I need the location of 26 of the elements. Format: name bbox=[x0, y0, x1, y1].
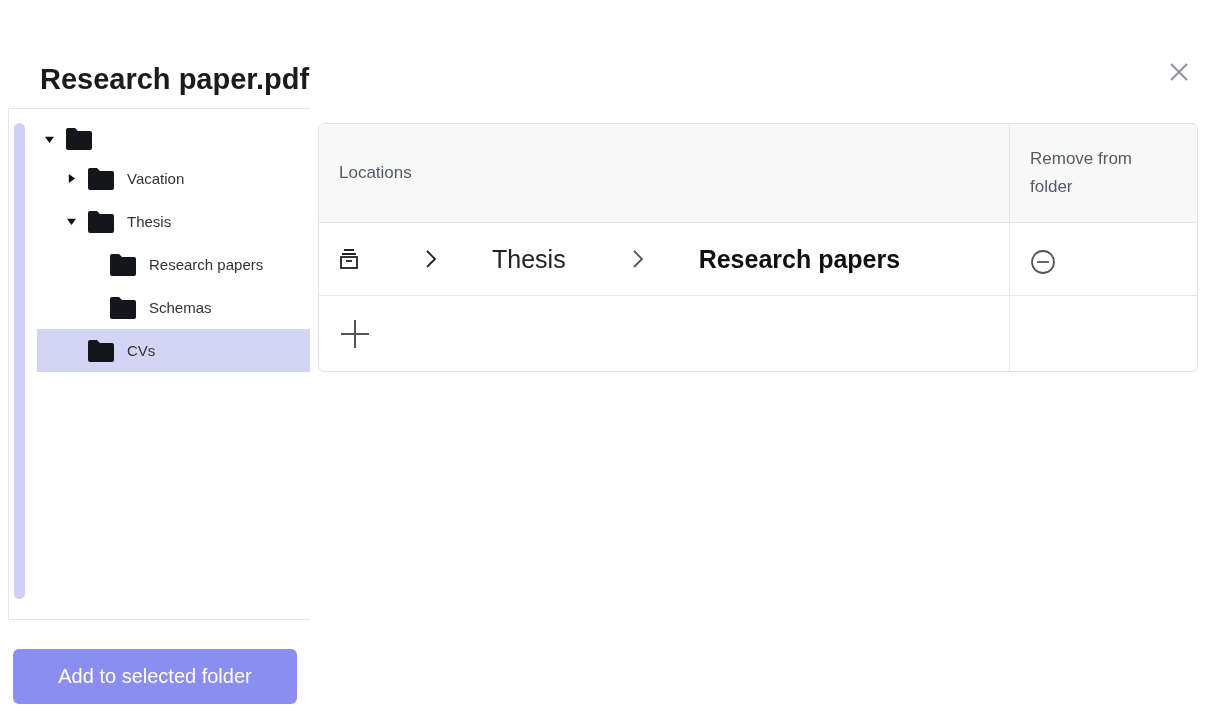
folder-icon bbox=[87, 339, 115, 362]
folder-icon bbox=[87, 210, 115, 233]
scrollbar[interactable] bbox=[14, 123, 25, 599]
chevron-icon bbox=[631, 249, 644, 269]
folder-icon bbox=[87, 167, 115, 190]
breadcrumb-segment[interactable]: Research papers bbox=[698, 244, 901, 274]
breadcrumb-segment[interactable]: Thesis bbox=[492, 244, 566, 274]
caret-icon[interactable] bbox=[45, 134, 54, 144]
tree-item[interactable]: Research papers bbox=[37, 243, 310, 286]
archive-icon bbox=[339, 248, 359, 270]
tree-item[interactable]: Thesis bbox=[37, 200, 310, 243]
caret-icon[interactable] bbox=[67, 217, 76, 226]
close-icon[interactable] bbox=[1169, 62, 1189, 82]
column-header: Locations bbox=[339, 163, 412, 183]
tree-item[interactable]: CVs bbox=[37, 329, 310, 372]
add-icon[interactable] bbox=[339, 317, 371, 350]
column-header: Remove from folder bbox=[1030, 148, 1134, 198]
caret-icon[interactable] bbox=[67, 174, 76, 183]
tree-item[interactable]: Schemas bbox=[37, 286, 310, 329]
folder-icon bbox=[109, 296, 137, 319]
remove-icon[interactable] bbox=[1030, 249, 1056, 275]
folder-icon bbox=[65, 128, 93, 150]
folder-icon bbox=[109, 253, 137, 276]
dialog-title: Research paper.pdf bbox=[40, 62, 310, 96]
tree-item[interactable]: Vacation bbox=[37, 157, 310, 200]
chevron-icon bbox=[425, 249, 437, 269]
